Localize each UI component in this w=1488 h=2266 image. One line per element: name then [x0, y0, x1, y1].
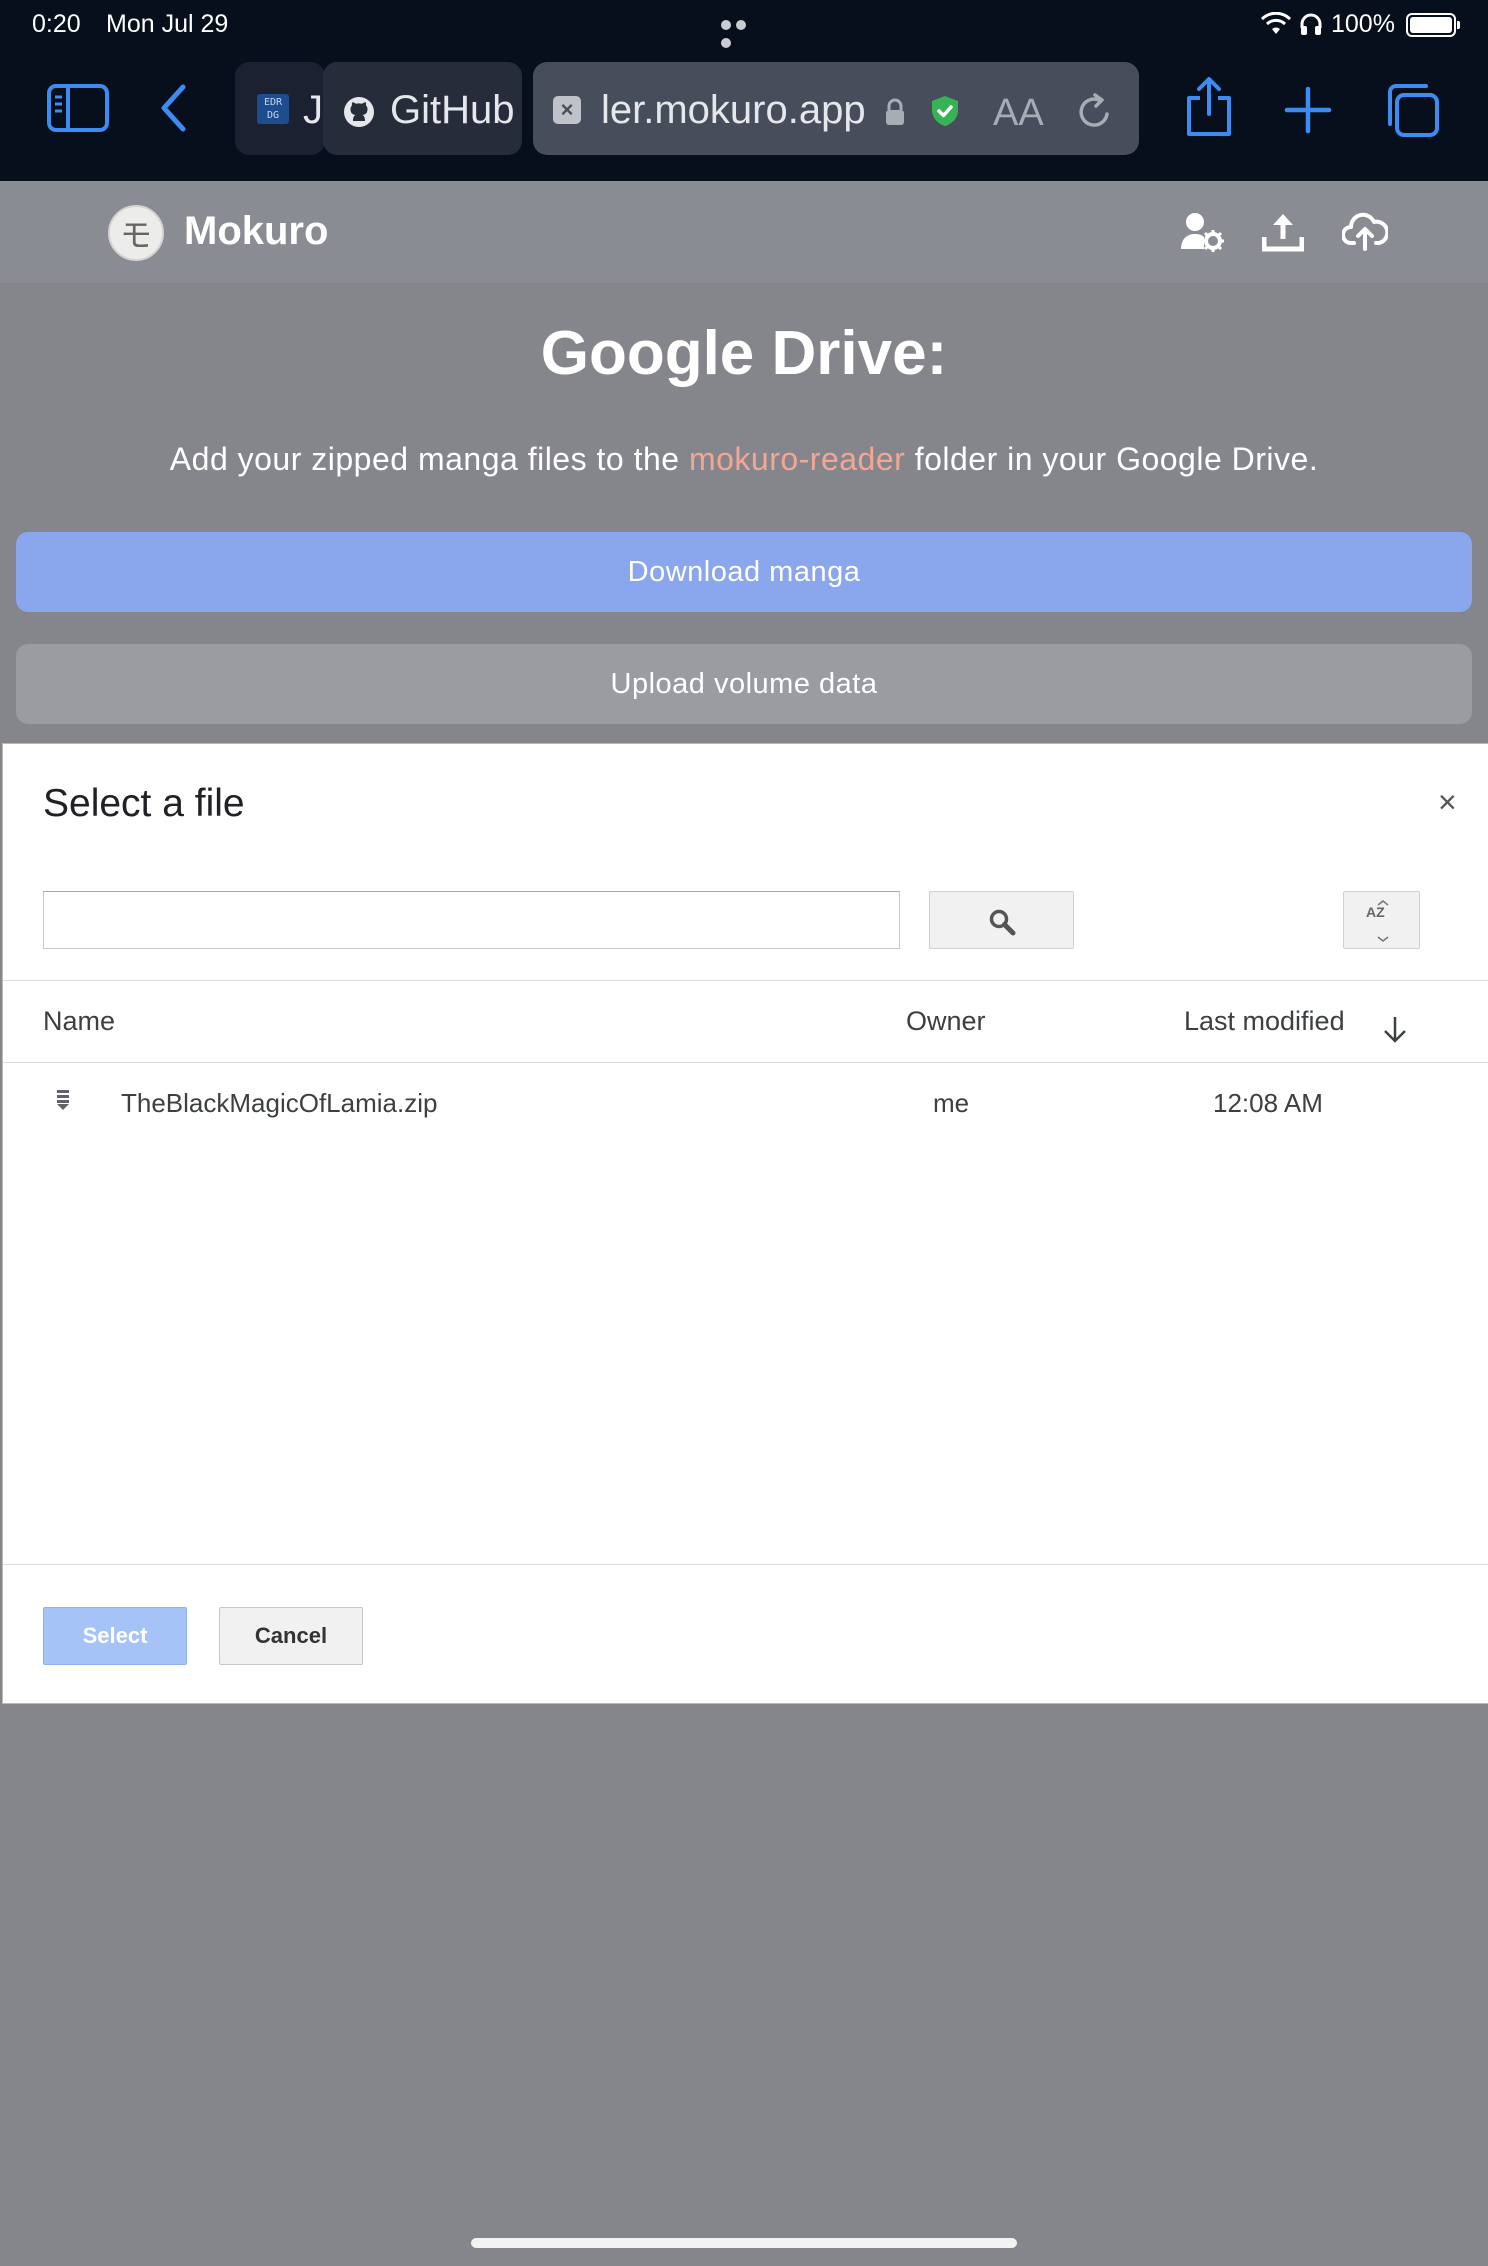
browser-toolbar: EDR DG J GitHub × ler.mokuro.app AA	[0, 50, 1488, 181]
mokuro-logo[interactable]: モ	[108, 205, 164, 261]
github-icon	[344, 97, 374, 127]
file-row[interactable]: TheBlackMagicOfLamia.zip me 12:08 AM	[3, 1062, 1488, 1132]
tab-label: GitHub	[390, 88, 515, 132]
mokuro-reader-link[interactable]: mokuro-reader	[689, 441, 905, 477]
battery-percent: 100%	[1331, 10, 1395, 38]
back-icon[interactable]	[158, 83, 188, 133]
tab-label: J	[303, 88, 323, 132]
url-text: ler.mokuro.app	[601, 88, 866, 132]
wifi-icon	[1261, 12, 1291, 34]
file-picker-dialog: Select a file × AZ Name Owner Last modif…	[2, 743, 1488, 1704]
reload-icon[interactable]	[1075, 92, 1115, 132]
new-tab-icon[interactable]	[1283, 85, 1333, 135]
dialog-title: Select a file	[43, 782, 245, 825]
privacy-shield-icon[interactable]	[929, 94, 961, 128]
select-button[interactable]: Select	[43, 1607, 187, 1665]
search-icon	[989, 909, 1016, 936]
tab-edrdg[interactable]: EDR DG J	[235, 62, 325, 155]
tab-mokuro-address-bar[interactable]: × ler.mokuro.app AA	[533, 62, 1139, 155]
search-button[interactable]	[929, 891, 1074, 949]
app-header: モ Mokuro	[0, 181, 1488, 283]
arrow-down-icon[interactable]	[1381, 1014, 1409, 1044]
column-header-last-modified[interactable]: Last modified	[1184, 1006, 1345, 1037]
upload-volume-data-button[interactable]: Upload volume data	[16, 644, 1472, 724]
close-tab-icon[interactable]: ×	[553, 96, 581, 124]
desc-text: Add your zipped manga files to the	[169, 441, 689, 477]
share-icon[interactable]	[1183, 76, 1235, 138]
divider	[3, 980, 1488, 981]
app-title[interactable]: Mokuro	[184, 209, 328, 254]
lock-icon	[886, 98, 904, 125]
multitasking-dots-icon[interactable]	[721, 17, 765, 48]
tab-overview-icon[interactable]	[1382, 80, 1442, 140]
close-icon[interactable]: ×	[1438, 784, 1457, 821]
file-owner: me	[933, 1088, 970, 1118]
column-header-name[interactable]: Name	[43, 1006, 115, 1037]
headphones-icon	[1300, 13, 1322, 35]
tab-github[interactable]: GitHub	[323, 62, 522, 155]
divider	[3, 1564, 1488, 1565]
upload-icon[interactable]	[1262, 211, 1304, 253]
sidebar-icon[interactable]	[46, 83, 110, 133]
battery-icon	[1406, 13, 1460, 37]
page-title: Google Drive:	[540, 319, 948, 388]
edrdg-favicon: EDR DG	[257, 94, 289, 124]
sort-az-button[interactable]: AZ	[1343, 891, 1420, 949]
download-manga-button[interactable]: Download manga	[16, 532, 1472, 612]
file-last-modified: 12:08 AM	[1213, 1088, 1323, 1118]
cloud-upload-icon[interactable]	[1342, 211, 1388, 251]
page-description: Add your zipped manga files to the mokur…	[0, 441, 1488, 478]
sort-az-label: AZ	[1366, 904, 1385, 920]
file-name: TheBlackMagicOfLamia.zip	[121, 1088, 438, 1118]
status-time: 0:20	[32, 10, 81, 38]
zip-file-icon	[57, 1090, 69, 1110]
desc-text: folder in your Google Drive.	[905, 441, 1319, 477]
status-bar: 0:20 Mon Jul 29 100%	[0, 0, 1488, 50]
cancel-button[interactable]: Cancel	[219, 1607, 363, 1665]
search-input[interactable]	[43, 891, 900, 949]
status-date: Mon Jul 29	[106, 10, 229, 38]
user-settings-icon[interactable]	[1180, 211, 1224, 253]
column-header-owner[interactable]: Owner	[906, 1006, 986, 1037]
reader-settings-button[interactable]: AA	[993, 92, 1044, 135]
home-indicator[interactable]	[471, 2238, 1017, 2248]
